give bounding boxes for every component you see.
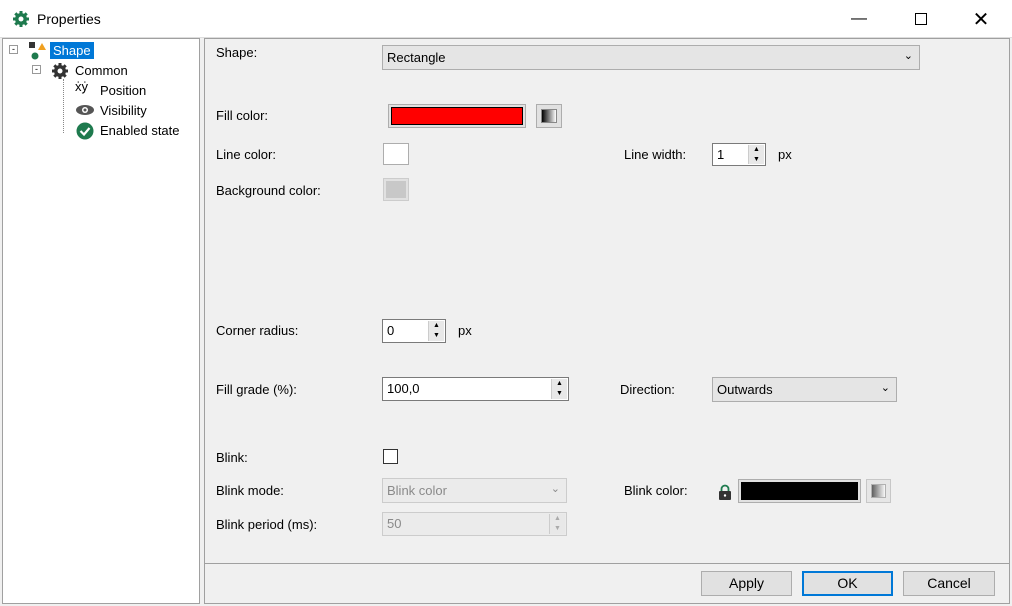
gradient-button[interactable] xyxy=(536,104,562,128)
fill-color-label: Fill color: xyxy=(216,108,269,123)
blink-checkbox[interactable] xyxy=(383,449,398,464)
xy-position-icon: ẋẏ xyxy=(75,79,88,94)
shape-label: Shape: xyxy=(216,45,258,60)
tree-item-shape[interactable]: Shape xyxy=(50,42,94,59)
blink-color-label: Blink color: xyxy=(624,483,688,498)
shape-dropdown[interactable]: Rectangle ⌄ xyxy=(382,45,920,70)
line-width-value: 1 xyxy=(717,147,725,162)
direction-value: Outwards xyxy=(717,382,773,397)
tree-item-position[interactable]: Position xyxy=(100,83,146,98)
line-width-label: Line width: xyxy=(624,147,687,162)
eye-icon xyxy=(76,105,94,115)
spinner-arrows-icon[interactable]: ▲ ▼ xyxy=(549,514,565,534)
tree-item-enabled-state[interactable]: Enabled state xyxy=(100,123,180,138)
spinner-arrows-icon[interactable]: ▲ ▼ xyxy=(428,321,444,341)
minimize-button[interactable]: — xyxy=(836,0,882,38)
blink-label: Blink: xyxy=(216,450,248,465)
line-color-label: Line color: xyxy=(216,147,276,162)
collapse-toggle[interactable]: - xyxy=(9,45,18,54)
chevron-down-icon: ⌄ xyxy=(550,483,560,495)
background-color-swatch[interactable] xyxy=(383,178,409,201)
line-width-unit: px xyxy=(778,147,792,162)
fill-grade-value: 100,0 xyxy=(387,381,420,396)
chevron-down-icon: ⌄ xyxy=(880,382,890,394)
shape-icon xyxy=(29,42,46,60)
shape-value: Rectangle xyxy=(387,50,446,65)
spinner-arrows-icon[interactable]: ▲ ▼ xyxy=(551,379,567,399)
line-color-swatch[interactable] xyxy=(383,143,409,165)
corner-radius-spinner[interactable]: 0 ▲ ▼ xyxy=(382,319,446,343)
tree-item-common[interactable]: Common xyxy=(75,63,128,78)
apply-button[interactable]: Apply xyxy=(701,571,792,596)
blink-period-spinner[interactable]: 50 ▲ ▼ xyxy=(382,512,567,536)
blink-period-value: 50 xyxy=(387,516,402,531)
title-bar: Properties — ✕ xyxy=(0,0,1012,38)
tree-view: - Shape - Common ẋẏ Position Visibilit… xyxy=(2,38,200,604)
fill-grade-label: Fill grade (%): xyxy=(216,382,297,397)
direction-label: Direction: xyxy=(620,382,675,397)
collapse-toggle[interactable]: - xyxy=(32,65,41,74)
fill-color-swatch[interactable] xyxy=(388,104,526,128)
blink-period-label: Blink period (ms): xyxy=(216,517,318,532)
line-width-spinner[interactable]: 1 ▲ ▼ xyxy=(712,143,766,166)
maximize-button[interactable] xyxy=(898,0,944,38)
lock-icon xyxy=(719,484,731,500)
gear-icon xyxy=(13,11,29,27)
direction-dropdown[interactable]: Outwards ⌄ xyxy=(712,377,897,402)
fill-grade-spinner[interactable]: 100,0 ▲ ▼ xyxy=(382,377,569,401)
blink-mode-label: Blink mode: xyxy=(216,483,284,498)
cancel-button[interactable]: Cancel xyxy=(903,571,995,596)
corner-radius-unit: px xyxy=(458,323,472,338)
blink-mode-value: Blink color xyxy=(387,483,447,498)
divider xyxy=(205,563,1009,564)
gear-icon xyxy=(52,63,68,79)
background-color-label: Background color: xyxy=(216,183,321,198)
corner-radius-value: 0 xyxy=(387,323,395,338)
chevron-down-icon: ⌄ xyxy=(903,50,913,62)
tree-item-visibility[interactable]: Visibility xyxy=(100,103,147,118)
window-title: Properties xyxy=(37,11,101,27)
corner-radius-label: Corner radius: xyxy=(216,323,299,338)
check-circle-icon xyxy=(76,122,94,140)
gradient-button[interactable] xyxy=(866,479,891,503)
ok-button[interactable]: OK xyxy=(802,571,893,596)
properties-panel xyxy=(204,38,1010,604)
spinner-arrows-icon[interactable]: ▲ ▼ xyxy=(748,145,764,164)
close-button[interactable]: ✕ xyxy=(958,0,1004,38)
blink-color-swatch[interactable] xyxy=(738,479,861,503)
blink-mode-dropdown[interactable]: Blink color ⌄ xyxy=(382,478,567,503)
